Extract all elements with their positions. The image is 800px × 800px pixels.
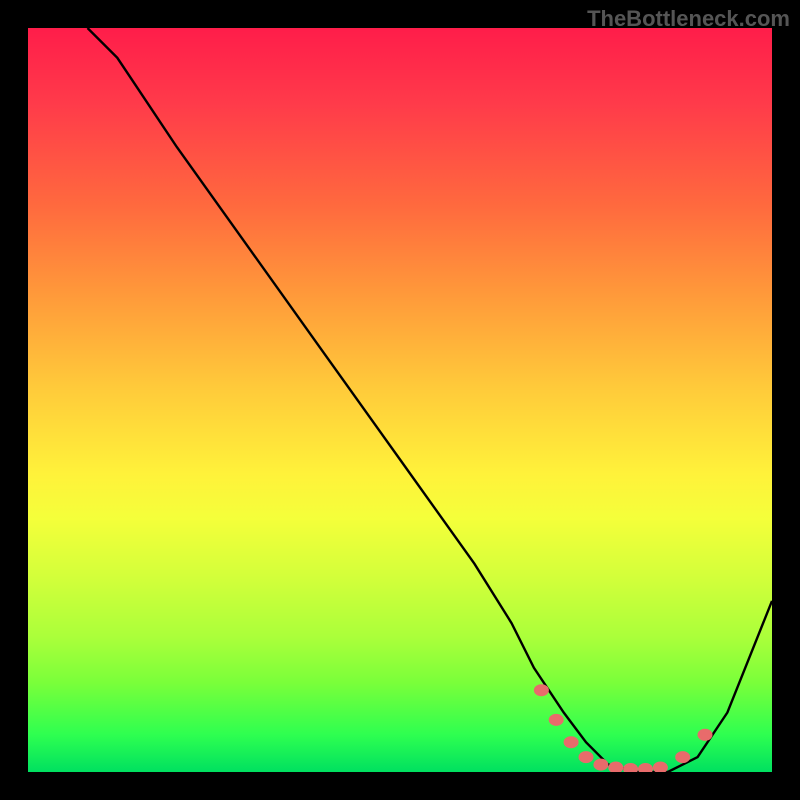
curve-marker-dot	[594, 759, 608, 770]
curve-marker-dot	[564, 737, 578, 748]
curve-marker-dot	[609, 762, 623, 772]
watermark-text: TheBottleneck.com	[587, 6, 790, 32]
curve-marker-dot	[624, 764, 638, 773]
curve-marker-dot	[698, 729, 712, 740]
curve-markers	[534, 685, 712, 772]
chart-svg-layer	[28, 28, 772, 772]
curve-marker-dot	[639, 764, 653, 773]
curve-marker-dot	[579, 752, 593, 763]
curve-marker-dot	[549, 714, 563, 725]
curve-marker-dot	[534, 685, 548, 696]
curve-marker-dot	[676, 752, 690, 763]
chart-plot-area	[28, 28, 772, 772]
data-curve	[88, 28, 773, 772]
curve-marker-dot	[653, 762, 667, 772]
chart-frame: TheBottleneck.com	[0, 0, 800, 800]
